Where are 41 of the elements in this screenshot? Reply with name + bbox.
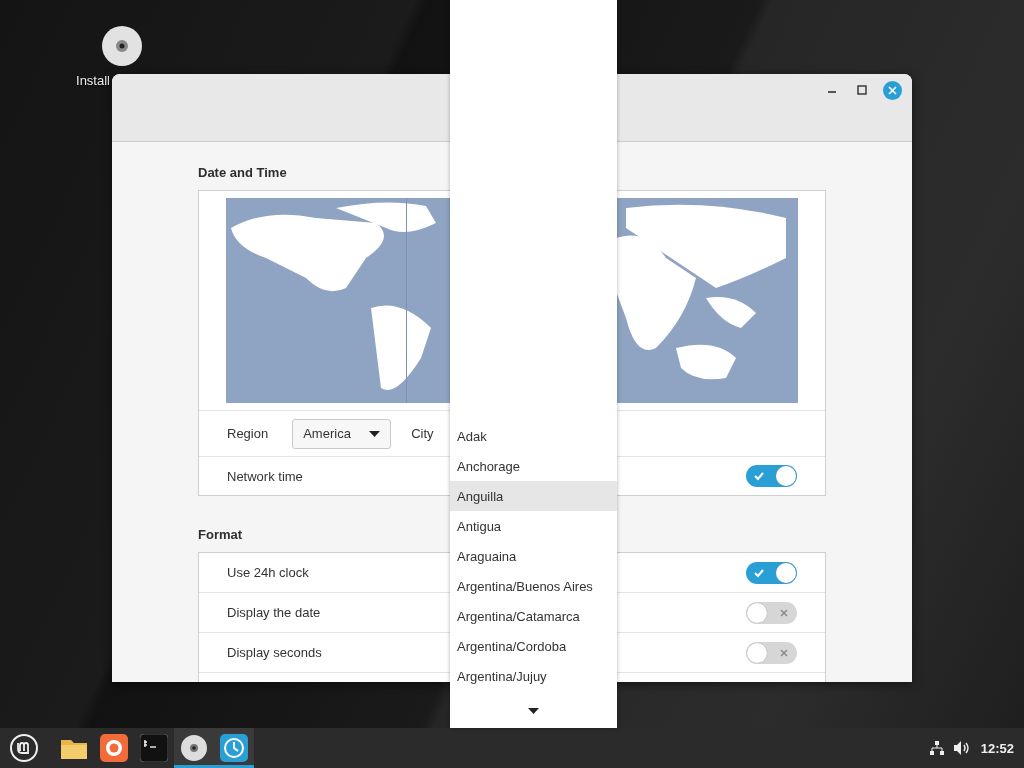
city-item[interactable]: Adak: [450, 421, 617, 451]
city-item[interactable]: Argentina/Catamarca: [450, 601, 617, 631]
cross-icon: [779, 607, 789, 618]
region-label: Region: [227, 426, 269, 441]
setting-label: Display the date: [227, 605, 321, 620]
city-item[interactable]: Antigua: [450, 511, 617, 541]
city-label: City: [411, 426, 434, 441]
section-title: Date and Time: [198, 165, 287, 180]
toggle-switch[interactable]: [746, 465, 797, 487]
setting-label: Use 24h clock: [227, 565, 309, 580]
city-item[interactable]: Argentina/Cordoba: [450, 631, 617, 661]
check-icon: [754, 567, 764, 578]
browser-icon: [100, 734, 128, 762]
maximize-icon: [857, 85, 867, 95]
toggle-switch[interactable]: [746, 641, 797, 664]
city-item[interactable]: Anguilla: [450, 481, 617, 511]
city-item[interactable]: Argentina/Jujuy: [450, 661, 617, 691]
desktop-icon-label[interactable]: Install: [76, 73, 110, 88]
check-icon: [754, 471, 764, 481]
caret-icon: [369, 430, 381, 437]
close-button[interactable]: [883, 81, 902, 100]
toggle-switch[interactable]: [746, 601, 797, 624]
city-item[interactable]: Argentina/Buenos Aires: [450, 571, 617, 601]
cross-icon: [779, 647, 789, 658]
terminal-icon: [140, 734, 168, 762]
taskbar-launcher[interactable]: [214, 728, 254, 768]
setting-label: Network time: [227, 468, 303, 484]
toggle-switch[interactable]: [746, 561, 797, 584]
city-item[interactable]: Anchorage: [450, 451, 617, 481]
section-title: Format: [198, 527, 243, 542]
disc-icon[interactable]: [101, 25, 143, 67]
region-dropdown[interactable]: America: [292, 418, 392, 449]
scroll-down-icon[interactable]: [528, 708, 539, 714]
city-item[interactable]: Araguaina: [450, 541, 617, 571]
taskbar-launcher[interactable]: [174, 728, 214, 768]
menu-icon: [9, 733, 39, 763]
clock-text[interactable]: 12:52: [980, 740, 1014, 756]
close-icon: [888, 86, 897, 95]
clock-icon: [220, 734, 248, 762]
disc-icon: [180, 734, 208, 762]
setting-label: Display seconds: [227, 645, 322, 660]
